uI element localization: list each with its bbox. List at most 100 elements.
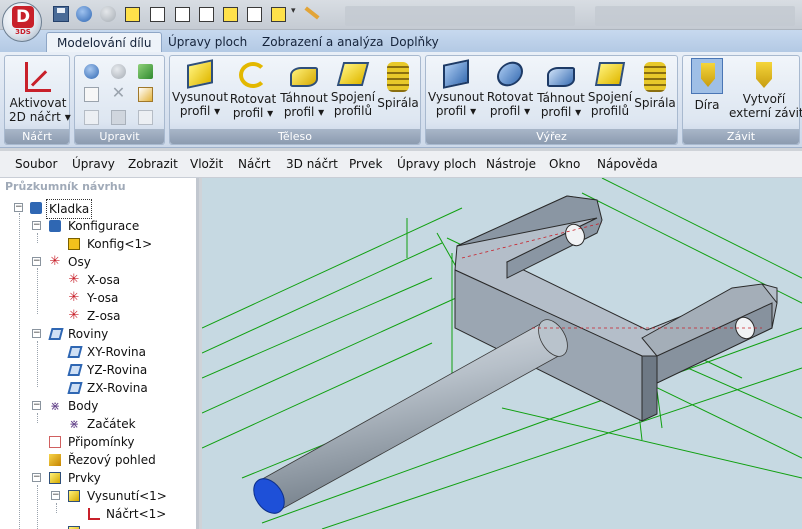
collapse-toggle[interactable]: −	[51, 491, 60, 500]
loft-profiles-button[interactable]: Spojení profilů	[330, 58, 376, 118]
tree-row-partial[interactable]	[0, 523, 196, 529]
collapse-toggle[interactable]: −	[32, 473, 41, 482]
tree-row-rezovy-pohled[interactable]: Řezový pohled	[0, 451, 196, 469]
tree-row-kladka[interactable]: − Kladka	[0, 199, 196, 219]
navigate-forward-icon[interactable]	[111, 64, 126, 79]
spiral-cut-button[interactable]: Spirála	[633, 58, 677, 110]
pencil-icon[interactable]	[304, 6, 320, 20]
tab-upravy-ploch[interactable]: Úpravy ploch	[158, 32, 257, 52]
collapse-toggle[interactable]: −	[32, 329, 41, 338]
edit-icon[interactable]	[138, 87, 153, 102]
tree-row-nacrt-1[interactable]: Náčrt<1>	[0, 505, 196, 523]
menu-nacrt[interactable]: Náčrt	[238, 157, 271, 171]
view-iso-icon[interactable]	[223, 7, 238, 22]
app-menu-logo-button[interactable]: D 3DS	[2, 2, 42, 42]
button-label: profil ▾	[540, 105, 582, 119]
undo-icon[interactable]	[76, 6, 92, 22]
extrude-icon	[187, 59, 213, 89]
redo-icon[interactable]	[100, 6, 116, 22]
features-icon	[49, 472, 61, 484]
collapse-toggle[interactable]: −	[14, 203, 23, 212]
hole-button[interactable]: Díra	[685, 58, 729, 112]
tree-row-z-osa[interactable]: ✳ Z-osa	[0, 307, 196, 325]
button-label: Díra	[694, 98, 720, 112]
section-view-icon	[49, 454, 61, 466]
tree-row-vysunuti-1[interactable]: − Vysunutí<1>	[0, 487, 196, 505]
tab-zobrazeni-a-analyza[interactable]: Zobrazení a analýza	[252, 32, 393, 52]
tree-row-konfigurace[interactable]: − Konfigurace	[0, 217, 196, 235]
save-icon[interactable]	[53, 6, 69, 22]
tree-row-konfig-1[interactable]: Konfig<1>	[0, 235, 196, 253]
3d-viewport[interactable]	[202, 178, 802, 529]
loft-icon	[336, 62, 370, 86]
document-icon[interactable]	[84, 87, 99, 102]
tree-row-yz-rovina[interactable]: YZ-Rovina	[0, 361, 196, 379]
menu-napoveda[interactable]: Nápověda	[597, 157, 658, 171]
tree-row-roviny[interactable]: − Roviny	[0, 325, 196, 343]
view-cube-icon[interactable]	[125, 7, 140, 22]
shaft-body[interactable]	[256, 322, 565, 511]
activate-2d-sketch-button[interactable]: Aktivovat 2D náčrt ▾	[9, 58, 71, 124]
menu-soubor[interactable]: Soubor	[15, 157, 57, 171]
navigate-back-icon[interactable]	[84, 64, 99, 79]
rebuild-icon[interactable]	[138, 64, 153, 79]
tab-doplnky[interactable]: Doplňky	[380, 32, 449, 52]
menu-3d-nacrt[interactable]: 3D náčrt	[286, 157, 338, 171]
copy-icon[interactable]	[84, 110, 99, 125]
collapse-toggle[interactable]: −	[32, 221, 41, 230]
spiral-button[interactable]: Spirála	[376, 58, 420, 110]
view-top-icon[interactable]	[175, 7, 190, 22]
paste-icon[interactable]	[111, 110, 126, 125]
menu-upravy-ploch[interactable]: Úpravy ploch	[397, 157, 476, 171]
menu-bar: Soubor Úpravy Zobrazit Vložit Náčrt 3D n…	[0, 151, 802, 178]
points-icon: ⋇	[49, 399, 61, 413]
menu-nastroje[interactable]: Nástroje	[486, 157, 536, 171]
menu-okno[interactable]: Okno	[549, 157, 580, 171]
view-front-icon[interactable]	[150, 7, 165, 22]
tree-row-prvky[interactable]: − Prvky	[0, 469, 196, 487]
collapse-toggle[interactable]: −	[32, 257, 41, 266]
bracket-end-face[interactable]	[641, 355, 658, 422]
revolve-profile-button[interactable]: Rotovat profil ▾	[228, 58, 278, 120]
group-label: Výřez	[426, 129, 677, 144]
menu-zobrazit[interactable]: Zobrazit	[128, 157, 178, 171]
tree-label: X-osa	[87, 273, 121, 287]
view-bottom-icon[interactable]	[271, 7, 286, 22]
button-label: profil ▾	[283, 105, 325, 119]
chevron-down-icon[interactable]: ▾	[291, 6, 296, 16]
delete-icon[interactable]: ✕	[111, 85, 126, 101]
menu-prvek[interactable]: Prvek	[349, 157, 382, 171]
tree-row-zacatek[interactable]: ⋇ Začátek	[0, 415, 196, 433]
tree-label: Roviny	[68, 327, 109, 341]
tree-row-pripominky[interactable]: Připomínky	[0, 433, 196, 451]
extrude-profile-button[interactable]: Vysunout profil ▾	[171, 58, 229, 118]
sketch-icon	[25, 62, 51, 92]
tree-row-xy-rovina[interactable]: XY-Rovina	[0, 343, 196, 361]
tree-label: Y-osa	[87, 291, 119, 305]
extrude-cut-button[interactable]: Vysunout profil ▾	[427, 58, 485, 118]
model-canvas[interactable]	[202, 178, 802, 529]
loft-cut-button[interactable]: Spojení profilů	[587, 58, 633, 118]
external-thread-button[interactable]: Vytvoří externí závit	[729, 58, 802, 120]
menu-upravy[interactable]: Úpravy	[72, 157, 115, 171]
view-back-icon[interactable]	[247, 7, 262, 22]
tree-row-osy[interactable]: − ✳ Osy	[0, 253, 196, 271]
ribbon-group-teleso: Vysunout profil ▾ Rotovat profil ▾ Táhno…	[169, 55, 421, 145]
sweep-cut-button[interactable]: Táhnout profil ▾	[535, 58, 587, 119]
tree-row-x-osa[interactable]: ✳ X-osa	[0, 271, 196, 289]
axis-icon: ✳	[68, 308, 80, 323]
menu-vlozit[interactable]: Vložit	[190, 157, 223, 171]
sweep-profile-button[interactable]: Táhnout profil ▾	[278, 58, 330, 119]
tree-row-body[interactable]: − ⋇ Body	[0, 397, 196, 415]
view-right-icon[interactable]	[199, 7, 214, 22]
tab-modelovani-dilu[interactable]: Modelování dílu	[46, 32, 163, 53]
tree-row-y-osa[interactable]: ✳ Y-osa	[0, 289, 196, 307]
tree-row-zx-rovina[interactable]: ZX-Rovina	[0, 379, 196, 397]
ribbon-group-nacrt: Aktivovat 2D náčrt ▾ Náčrt	[4, 55, 71, 145]
design-explorer-panel: Průzkumník návrhu − Kladka − Konfigurace…	[0, 178, 199, 529]
title-bar: D 3DS ▾	[0, 0, 802, 42]
cut-icon[interactable]	[138, 110, 153, 125]
sketch-icon	[88, 508, 100, 520]
revolve-cut-button[interactable]: Rotovat profil ▾	[485, 58, 535, 118]
collapse-toggle[interactable]: −	[32, 401, 41, 410]
